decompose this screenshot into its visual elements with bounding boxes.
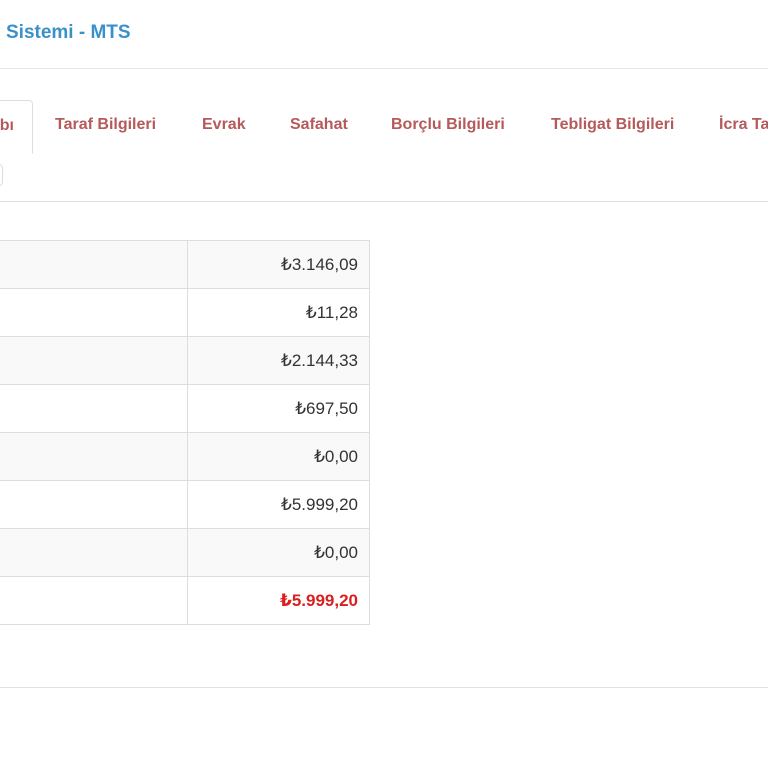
row-value: ₺5.999,20 bbox=[187, 480, 370, 529]
row-value: ₺2.144,33 bbox=[187, 336, 370, 385]
row-value: ₺0,00 bbox=[187, 432, 370, 481]
page: Sistemi - MTS bı Taraf Bilgileri Evrak S… bbox=[0, 0, 768, 768]
table-row: ₺3.146,09 bbox=[0, 240, 370, 289]
summary-table: ₺3.146,09 ₺11,28 ₺2.144,33 ₺697,50 ₺0,00… bbox=[0, 240, 370, 625]
tab-icra[interactable]: İcra Ta bbox=[719, 100, 768, 150]
table-row: ₺697,50 bbox=[0, 384, 370, 433]
tab-evrak[interactable]: Evrak bbox=[202, 100, 246, 150]
row-value: ₺3.146,09 bbox=[187, 240, 370, 289]
table-row-total: ₺5.999,20 bbox=[0, 576, 370, 625]
total-label bbox=[0, 576, 188, 625]
header-divider bbox=[0, 68, 768, 69]
bottom-divider bbox=[0, 687, 768, 688]
row-value: ₺0,00 bbox=[187, 528, 370, 577]
tabs-divider bbox=[0, 201, 768, 202]
row-label bbox=[0, 288, 188, 337]
row-label bbox=[0, 432, 188, 481]
total-value: ₺5.999,20 bbox=[187, 576, 370, 625]
row-value: ₺11,28 bbox=[187, 288, 370, 337]
row-label bbox=[0, 240, 188, 289]
row-label bbox=[0, 480, 188, 529]
tab-taraf-bilgileri[interactable]: Taraf Bilgileri bbox=[55, 100, 156, 150]
row-label bbox=[0, 336, 188, 385]
tab-safahat[interactable]: Safahat bbox=[290, 100, 348, 150]
row-value: ₺697,50 bbox=[187, 384, 370, 433]
table-row: ₺0,00 bbox=[0, 432, 370, 481]
row-label bbox=[0, 528, 188, 577]
table-row: ₺2.144,33 bbox=[0, 336, 370, 385]
tab-row2-fragment[interactable] bbox=[0, 164, 3, 186]
table-row: ₺0,00 bbox=[0, 528, 370, 577]
row-label bbox=[0, 384, 188, 433]
table-row: ₺5.999,20 bbox=[0, 480, 370, 529]
tab-borclu-bilgileri[interactable]: Borçlu Bilgileri bbox=[391, 100, 505, 150]
app-title: Sistemi - MTS bbox=[6, 22, 131, 43]
table-row: ₺11,28 bbox=[0, 288, 370, 337]
tab-bar: Taraf Bilgileri Evrak Safahat Borçlu Bil… bbox=[0, 100, 768, 154]
tab-tebligat-bilgileri[interactable]: Tebligat Bilgileri bbox=[551, 100, 674, 150]
